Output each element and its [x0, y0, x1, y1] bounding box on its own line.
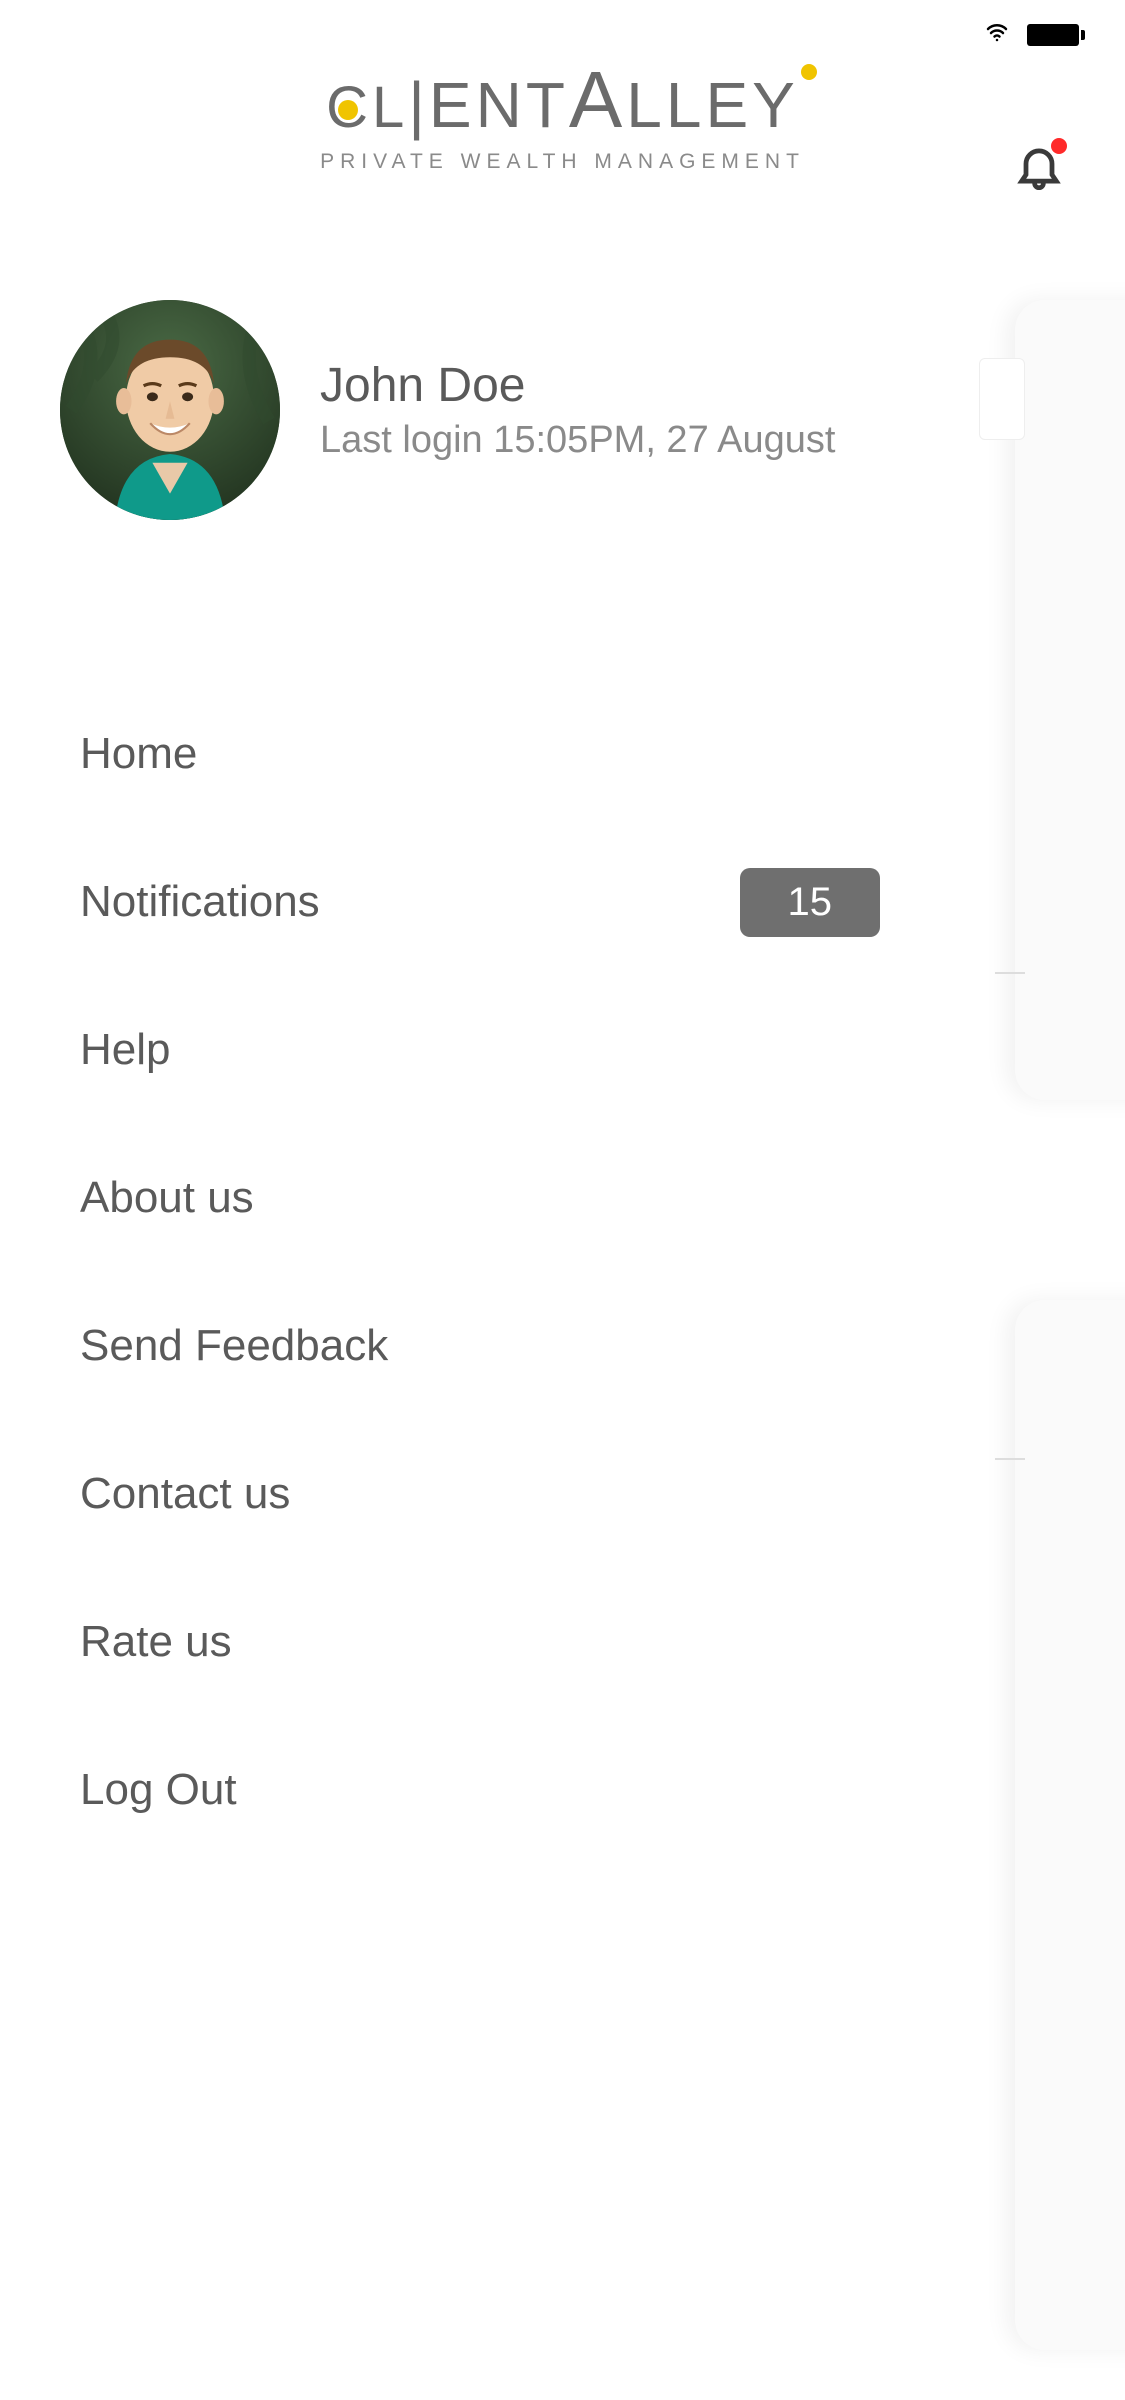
battery-icon — [1027, 24, 1085, 46]
background-card-peek — [1015, 300, 1125, 1100]
background-divider — [995, 972, 1025, 974]
menu-item-about-us[interactable]: About us — [0, 1124, 960, 1272]
menu-item-label: Contact us — [80, 1469, 290, 1519]
background-card-peek — [1015, 1300, 1125, 2350]
profile-last-login: Last login 15:05PM, 27 August — [320, 419, 835, 462]
notification-bell-button[interactable] — [1013, 140, 1065, 197]
profile-name: John Doe — [320, 358, 835, 413]
menu-item-label: Help — [80, 1025, 171, 1075]
menu-item-contact-us[interactable]: Contact us — [0, 1420, 960, 1568]
menu-item-log-out[interactable]: Log Out — [0, 1716, 960, 1864]
menu-item-rate-us[interactable]: Rate us — [0, 1568, 960, 1716]
side-drawer: John Doe Last login 15:05PM, 27 August H… — [0, 240, 960, 2400]
background-card-peek — [979, 358, 1025, 440]
menu-item-label: Rate us — [80, 1617, 232, 1667]
profile-section[interactable]: John Doe Last login 15:05PM, 27 August — [0, 240, 960, 520]
wifi-icon — [985, 20, 1009, 49]
background-divider — [995, 1458, 1025, 1460]
status-bar — [985, 20, 1085, 49]
menu-item-send-feedback[interactable]: Send Feedback — [0, 1272, 960, 1420]
brand-logo: CL|ENTALLEY PRIVATE WEALTH MANAGEMENT — [320, 60, 805, 174]
drawer-menu: Home Notifications 15 Help About us Send… — [0, 680, 960, 1864]
notification-unread-dot-icon — [1051, 138, 1067, 154]
menu-item-label: Send Feedback — [80, 1321, 388, 1371]
menu-item-help[interactable]: Help — [0, 976, 960, 1124]
avatar — [60, 300, 280, 520]
menu-item-label: Notifications — [80, 877, 320, 927]
menu-item-label: About us — [80, 1173, 254, 1223]
notification-count-badge: 15 — [740, 868, 881, 937]
menu-item-home[interactable]: Home — [0, 680, 960, 828]
menu-item-label: Home — [80, 729, 197, 779]
brand-tagline: PRIVATE WEALTH MANAGEMENT — [320, 150, 805, 174]
menu-item-notifications[interactable]: Notifications 15 — [0, 828, 960, 976]
app-header: CL|ENTALLEY PRIVATE WEALTH MANAGEMENT — [0, 60, 1125, 174]
profile-text: John Doe Last login 15:05PM, 27 August — [320, 358, 835, 462]
menu-item-label: Log Out — [80, 1765, 237, 1815]
